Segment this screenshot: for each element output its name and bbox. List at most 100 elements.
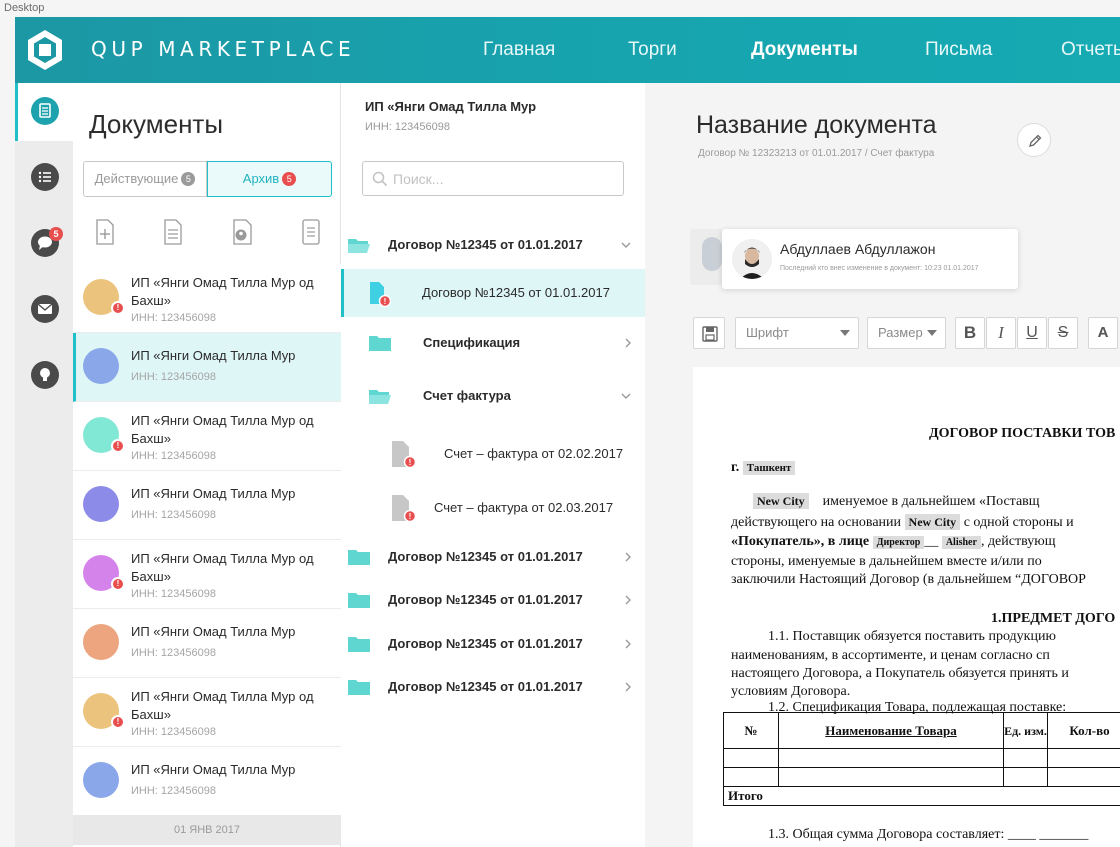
doc-city-line: г. Ташкент xyxy=(731,460,796,476)
tree-row-label: Договор №12345 от 01.01.2017 xyxy=(388,636,583,651)
save-button[interactable] xyxy=(693,317,725,349)
nav-home[interactable]: Главная xyxy=(483,17,555,83)
tab-active-label: Действующие xyxy=(94,171,179,186)
size-select-value: Размер xyxy=(878,325,923,340)
list-item-inn: ИНН: 123456098 xyxy=(131,785,216,797)
text-color-button[interactable]: A xyxy=(1088,317,1118,349)
doc-line-3a: «Покупатель», в лице xyxy=(731,534,870,549)
last-editor-card[interactable]: Абдуллаев Абдуллажон Последний кто внес … xyxy=(722,229,1018,289)
tree-folder-row[interactable]: Спецификация xyxy=(341,321,645,365)
tree-row-label: Договор №12345 от 01.01.2017 xyxy=(422,285,610,300)
list-item[interactable]: ИП «Янги Омад Тилла Мур ИНН: 123456098 xyxy=(73,747,341,816)
list-item-name: ИП «Янги Омад Тилла Мур од Бахш» xyxy=(131,551,314,584)
doc-line-2a: действующего на основании xyxy=(731,515,902,530)
tree-folder-row[interactable]: Договор №12345 от 01.01.2017 xyxy=(341,665,645,709)
document-subtitle: Договор № 12323213 от 01.01.2017 / Счет … xyxy=(698,148,935,159)
tree-folder-row[interactable]: Счет фактура xyxy=(341,374,645,418)
font-select-value: Шрифт xyxy=(746,325,789,340)
doc-line-2b: с одной стороны и xyxy=(963,515,1074,530)
tree-company-name: ИП «Янги Омад Тилла Мур xyxy=(365,99,537,114)
search-input[interactable] xyxy=(393,168,613,190)
add-document-icon[interactable] xyxy=(95,219,115,245)
date-divider: 01 ЯНВ 2017 xyxy=(73,815,341,845)
list-item-inn: ИНН: 123456098 xyxy=(131,312,216,324)
search-box xyxy=(362,161,624,196)
font-select[interactable]: Шрифт xyxy=(735,317,859,349)
list-item[interactable]: ИП «Янги Омад Тилла Мур ИНН: 123456098 xyxy=(73,471,341,540)
chevron-right-icon xyxy=(625,682,631,692)
nav-reports[interactable]: Отчеты xyxy=(1061,17,1120,83)
tree-folder-row[interactable]: Договор №12345 от 01.01.2017 xyxy=(341,535,645,579)
chevron-right-icon xyxy=(625,552,631,562)
tree-row-label: Договор №12345 от 01.01.2017 xyxy=(388,592,583,607)
document-page[interactable]: ДОГОВОР ПОСТАВКИ ТОВ г. Ташкент New City… xyxy=(693,367,1120,847)
table-header: Кол-во xyxy=(1047,712,1120,749)
tree-file-row[interactable]: ! Счет – фактура от 02.02.2017 xyxy=(341,428,645,480)
icon-rail: 5 xyxy=(15,83,73,847)
rail-mail[interactable] xyxy=(15,281,73,339)
brand-name: QUP MARKETPLACE xyxy=(91,37,356,61)
alert-icon: ! xyxy=(111,577,125,591)
document-tree-panel: ИП «Янги Омад Тилла Мур ИНН: 123456098 Д… xyxy=(341,83,645,847)
chat-badge: 5 xyxy=(49,227,63,241)
rail-ideas[interactable] xyxy=(15,347,73,405)
documents-icon xyxy=(31,97,59,125)
bold-button[interactable]: B xyxy=(955,317,985,349)
list-item[interactable]: ИП «Янги Омад Тилла Мур ИНН: 123456098 xyxy=(73,609,341,678)
qup-logo-icon[interactable] xyxy=(27,29,63,71)
list-item-name: ИП «Янги Омад Тилла Мур xyxy=(131,762,296,777)
doc-line-3: «Покупатель», в лице Директор __ Alisher,… xyxy=(731,534,1056,549)
document-title: Название документа xyxy=(696,111,937,139)
tab-archive[interactable]: Архив 5 xyxy=(207,161,332,197)
file-alert-icon: ! xyxy=(370,282,391,308)
list-item[interactable]: ! ИП «Янги Омад Тилла Мур од Бахш» ИНН: … xyxy=(73,402,341,471)
strikethrough-button[interactable]: S xyxy=(1048,317,1078,349)
folder-icon xyxy=(369,336,391,351)
tab-archive-label: Архив xyxy=(242,171,280,186)
tree-file-row[interactable]: ! Счет – фактура от 02.03.2017 xyxy=(341,482,645,534)
list-document-icon[interactable] xyxy=(301,219,321,245)
nav-documents[interactable]: Документы xyxy=(751,17,858,83)
tree-file-row-selected[interactable]: ! Договор №12345 от 01.01.2017 xyxy=(341,269,645,317)
save-icon xyxy=(702,326,718,342)
folder-icon xyxy=(348,680,370,695)
tree-company-inn: ИНН: 123456098 xyxy=(365,121,450,133)
doc-line-5: заключили Настоящий Договор (в дальнейше… xyxy=(731,572,1086,587)
edit-title-button[interactable] xyxy=(1017,123,1051,157)
tree-row-label: Договор №12345 от 01.01.2017 xyxy=(388,679,583,694)
tree-row-label: Договор №12345 от 01.01.2017 xyxy=(388,549,583,564)
list-item[interactable]: ! ИП «Янги Омад Тилла Мур од Бахш» ИНН: … xyxy=(73,678,341,747)
table-header: Наименование Товара xyxy=(778,712,1004,749)
previous-editor-avatar xyxy=(702,237,722,271)
italic-button[interactable]: I xyxy=(986,317,1016,349)
nav-letters[interactable]: Письма xyxy=(925,17,992,83)
tab-active-documents[interactable]: Действующие 5 xyxy=(83,161,207,197)
documents-list: ! ИП «Янги Омад Тилла Мур од Бахш» ИНН: … xyxy=(73,264,341,816)
nav-auctions[interactable]: Торги xyxy=(628,17,677,83)
list-item-inn: ИНН: 123456098 xyxy=(131,726,216,738)
folder-open-icon xyxy=(369,390,391,404)
tree-folder-row[interactable]: Договор №12345 от 01.01.2017 xyxy=(341,578,645,622)
user-document-icon[interactable] xyxy=(231,219,255,245)
rail-documents[interactable] xyxy=(15,83,73,141)
doc-field-4: Alisher xyxy=(941,536,981,549)
format-toolbar: Шрифт Размер B I U S A xyxy=(693,317,1120,349)
doc-line-4: стороны, именуемые в дальнейшем вместе и… xyxy=(731,554,1042,569)
doc-field-1: New City xyxy=(753,493,809,509)
table-row xyxy=(723,767,1120,787)
rail-chat[interactable]: 5 xyxy=(15,215,73,273)
chevron-down-icon xyxy=(621,242,631,248)
rail-list[interactable] xyxy=(15,149,73,207)
table-header: Ед. изм. xyxy=(1003,712,1048,749)
underline-button[interactable]: U xyxy=(1017,317,1047,349)
doc-line-1-text: именуемое в дальнейшем «Поставщ xyxy=(822,494,1040,509)
list-item[interactable]: ! ИП «Янги Омад Тилла Мур од Бахш» ИНН: … xyxy=(73,264,341,333)
size-select[interactable]: Размер xyxy=(867,317,946,349)
tree-folder-row[interactable]: Договор №12345 от 01.01.2017 xyxy=(341,223,645,267)
list-item[interactable]: ИП «Янги Омад Тилла Мур ИНН: 123456098 xyxy=(73,333,341,402)
tree-folder-row[interactable]: Договор №12345 от 01.01.2017 xyxy=(341,622,645,666)
document-icon[interactable] xyxy=(163,219,183,245)
desktop-label: Desktop xyxy=(4,2,45,14)
list-item[interactable]: ! ИП «Янги Омад Тилла Мур од Бахш» ИНН: … xyxy=(73,540,341,609)
search-icon xyxy=(372,171,388,187)
